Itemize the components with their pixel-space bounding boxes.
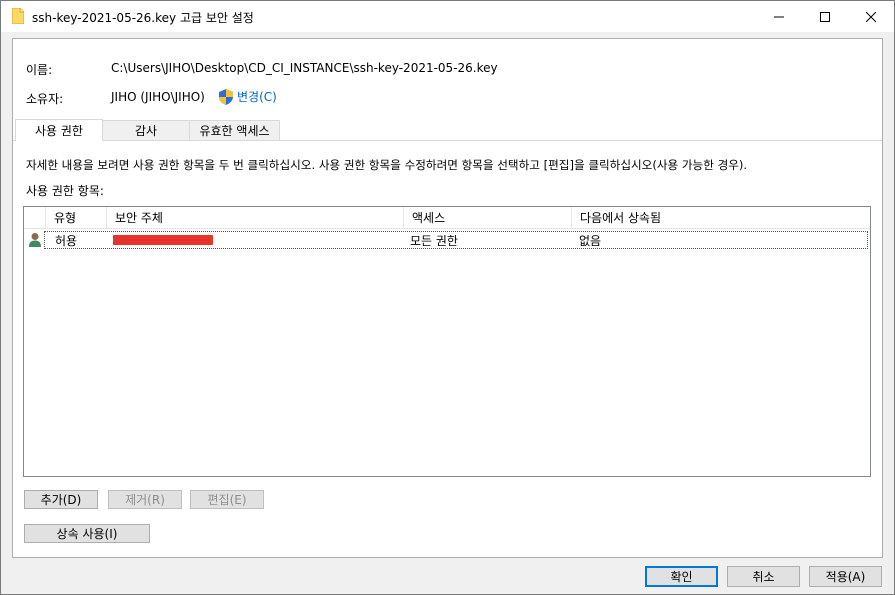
cancel-button-label: 취소	[752, 570, 775, 584]
change-owner-link[interactable]: 변경(C)	[219, 88, 277, 105]
instructions-text: 자세한 내용을 보려면 사용 권한 항목을 두 번 클릭하십시오. 사용 권한 …	[26, 158, 748, 172]
settings-panel: 이름: C:\Users\JIHO\Desktop\CD_CI_INSTANCE…	[12, 38, 883, 558]
add-button[interactable]: 추가(D)	[24, 490, 98, 509]
tab-auditing-label: 감사	[134, 124, 158, 138]
row-inherited: 없음	[579, 233, 602, 248]
tab-auditing[interactable]: 감사	[102, 120, 190, 140]
minimize-icon	[774, 16, 784, 17]
file-icon	[12, 8, 24, 24]
user-icon	[29, 233, 41, 247]
name-label: 이름:	[26, 63, 53, 77]
apply-button-label: 적용(A)	[825, 570, 866, 584]
tab-effective-access-label: 유효한 액세스	[199, 124, 270, 138]
list-header: 유형 보안 주체 액세스 다음에서 상속됨	[24, 207, 870, 229]
owner-label: 소유자:	[26, 92, 64, 106]
change-owner-label: 변경(C)	[237, 90, 277, 104]
row-type: 허용	[55, 233, 78, 248]
tab-permissions-label: 사용 권한	[35, 124, 83, 138]
edit-button-label: 편집(E)	[207, 493, 247, 507]
owner-value: JIHO (JIHO\JIHO)	[111, 90, 205, 104]
maximize-button[interactable]	[802, 1, 848, 32]
cancel-button[interactable]: 취소	[727, 566, 800, 587]
column-header-principal[interactable]: 보안 주체	[107, 207, 404, 228]
tab-strip-line	[13, 140, 882, 141]
ok-button-label: 확인	[670, 570, 693, 584]
row-access: 모든 권한	[410, 233, 458, 248]
column-inherited-label: 다음에서 상속됨	[580, 211, 662, 225]
tab-permissions[interactable]: 사용 권한	[15, 119, 103, 141]
column-access-label: 액세스	[412, 211, 446, 225]
redacted-principal	[113, 235, 213, 245]
shield-icon	[219, 88, 233, 105]
edit-button[interactable]: 편집(E)	[190, 490, 264, 509]
add-button-label: 추가(D)	[40, 493, 82, 507]
minimize-button[interactable]	[756, 1, 802, 32]
column-header-access[interactable]: 액세스	[404, 207, 572, 228]
close-button[interactable]	[848, 1, 894, 32]
name-value: C:\Users\JIHO\Desktop\CD_CI_INSTANCE\ssh…	[111, 61, 498, 75]
security-settings-window: ssh-key-2021-05-26.key 고급 보안 설정 이름: C:\U…	[0, 0, 895, 595]
column-header-type[interactable]: 유형	[46, 207, 107, 228]
tab-effective-access[interactable]: 유효한 액세스	[189, 120, 280, 140]
maximize-icon	[820, 11, 830, 22]
remove-button[interactable]: 제거(R)	[108, 490, 182, 509]
close-icon	[866, 11, 876, 22]
column-header-icon	[24, 207, 46, 228]
window-title: ssh-key-2021-05-26.key 고급 보안 설정	[32, 11, 254, 25]
table-row[interactable]: 허용 모든 권한 없음	[44, 231, 868, 249]
column-principal-label: 보안 주체	[115, 211, 163, 225]
enable-inheritance-label: 상속 사용(I)	[56, 527, 118, 541]
column-type-label: 유형	[54, 211, 77, 225]
remove-button-label: 제거(R)	[125, 493, 165, 507]
column-header-inherited[interactable]: 다음에서 상속됨	[572, 207, 870, 228]
title-bar[interactable]: ssh-key-2021-05-26.key 고급 보안 설정	[1, 1, 894, 32]
ok-button[interactable]: 확인	[645, 566, 718, 587]
apply-button[interactable]: 적용(A)	[809, 566, 882, 587]
permission-entries-list[interactable]: 유형 보안 주체 액세스 다음에서 상속됨 허용 모든 권한 없음	[23, 206, 871, 477]
permission-entries-label: 사용 권한 항목:	[26, 184, 104, 198]
enable-inheritance-button[interactable]: 상속 사용(I)	[24, 524, 150, 543]
